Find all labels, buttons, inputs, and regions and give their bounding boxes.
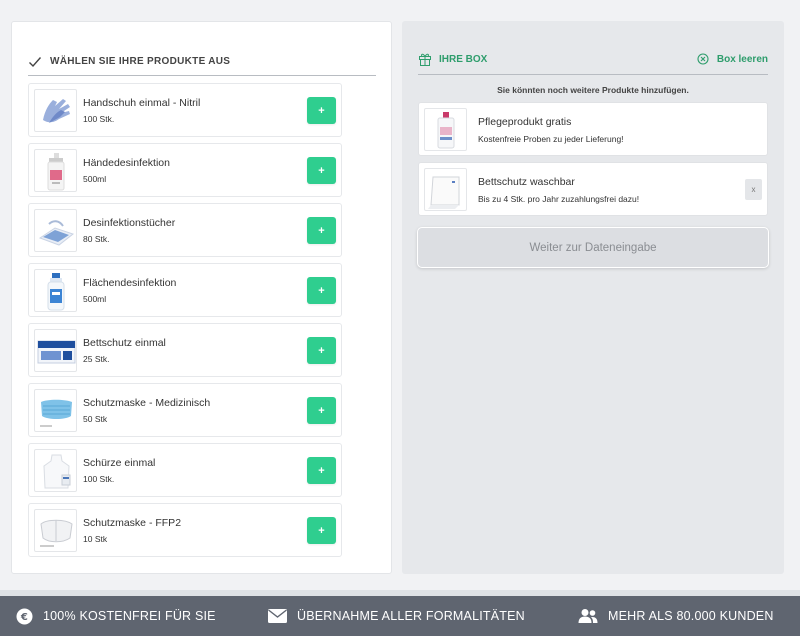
apron-icon (34, 449, 77, 492)
product-name: Schutzmaske - Medizinisch (83, 397, 211, 409)
washable-bed-pad-icon (424, 168, 467, 211)
gift-icon (419, 53, 431, 66)
add-product-button[interactable]: + (307, 397, 336, 424)
box-item: Bettschutz waschbar Bis zu 4 Stk. pro Ja… (418, 162, 768, 216)
product-name: Handschuh einmal - Nitril (83, 97, 201, 109)
add-product-button[interactable]: + (307, 157, 336, 184)
continue-to-data-entry-button[interactable]: Weiter zur Dateneingabe (417, 227, 769, 268)
product-item: Schürze einmal 100 Stk. + (28, 443, 342, 497)
product-name: Bettschutz einmal (83, 337, 166, 349)
add-product-button[interactable]: + (307, 337, 336, 364)
ffp2-mask-icon (34, 509, 77, 552)
product-name: Flächendesinfektion (83, 277, 177, 289)
product-name: Schutzmaske - FFP2 (83, 517, 182, 529)
bed-pad-box-icon (34, 329, 77, 372)
box-panel: IHRE BOX Box leeren Sie könnten noch wei… (402, 21, 784, 574)
envelope-icon (268, 609, 287, 623)
product-name: Desinfektionstücher (83, 217, 176, 229)
box-item-description: Bis zu 4 Stk. pro Jahr zuzahlungsfrei da… (478, 194, 640, 204)
product-name: Händedesinfektion (83, 157, 170, 169)
product-item: Schutzmaske - FFP2 10 Stk + (28, 503, 342, 557)
product-quantity: 50 Stk (83, 414, 108, 424)
checkmark-icon (29, 56, 42, 67)
product-item: Bettschutz einmal 25 Stk. + (28, 323, 342, 377)
add-product-button[interactable]: + (307, 217, 336, 244)
euro-icon: € (16, 608, 33, 624)
footer-benefit-formalities: ÜBERNAHME ALLER FORMALITÄTEN (268, 596, 525, 636)
product-quantity: 10 Stk (83, 534, 108, 544)
spray-bottle-icon (34, 269, 77, 312)
product-name: Schürze einmal (83, 457, 156, 469)
product-quantity: 100 Stk. (83, 114, 115, 124)
box-item-description: Kostenfreie Proben zu jeder Lieferung! (478, 134, 624, 144)
footer-benefit-customers: MEHR ALS 80.000 KUNDEN (578, 596, 774, 636)
product-item: Flächendesinfektion 500ml + (28, 263, 342, 317)
clear-circle-icon[interactable] (697, 53, 709, 65)
product-item: Schutzmaske - Medizinisch 50 Stk + (28, 383, 342, 437)
page: WÄHLEN SIE IHRE PRODUKTE AUS Handschuh e… (0, 0, 800, 590)
product-selection-panel: WÄHLEN SIE IHRE PRODUKTE AUS Handschuh e… (11, 21, 392, 574)
product-quantity: 100 Stk. (83, 474, 115, 484)
footer-benefit-label: 100% KOSTENFREI FÜR SIE (43, 609, 216, 623)
box-item-name: Pflegeprodukt gratis (478, 116, 572, 128)
product-quantity: 25 Stk. (83, 354, 110, 364)
add-product-button[interactable]: + (307, 277, 336, 304)
clear-box-link[interactable]: Box leeren (717, 54, 768, 65)
box-item-name: Bettschutz waschbar (478, 176, 575, 188)
add-product-button[interactable]: + (307, 97, 336, 124)
footer-benefit-free: € 100% KOSTENFREI FÜR SIE (16, 596, 216, 636)
box-header: IHRE BOX Box leeren (418, 51, 768, 75)
add-product-button[interactable]: + (307, 457, 336, 484)
footer-benefits-bar: € 100% KOSTENFREI FÜR SIE ÜBERNAHME ALLE… (0, 596, 800, 636)
product-quantity: 80 Stk. (83, 234, 110, 244)
box-item: Pflegeprodukt gratis Kostenfreie Proben … (418, 102, 768, 156)
product-item: Desinfektionstücher 80 Stk. + (28, 203, 342, 257)
medical-mask-icon (34, 389, 77, 432)
product-item: Händedesinfektion 500ml + (28, 143, 342, 197)
box-hint: Sie könnten noch weitere Produkte hinzuf… (497, 85, 689, 95)
users-icon (578, 609, 598, 623)
box-title: IHRE BOX (439, 54, 488, 65)
care-product-icon (424, 108, 467, 151)
product-quantity: 500ml (83, 174, 107, 184)
footer-benefit-label: MEHR ALS 80.000 KUNDEN (608, 609, 774, 623)
hand-sanitizer-icon (34, 149, 77, 192)
product-quantity: 500ml (83, 294, 107, 304)
add-product-button[interactable]: + (307, 517, 336, 544)
wipes-icon (34, 209, 77, 252)
product-item: Handschuh einmal - Nitril 100 Stk. + (28, 83, 342, 137)
svg-text:€: € (20, 612, 28, 623)
footer-benefit-label: ÜBERNAHME ALLER FORMALITÄTEN (297, 609, 525, 623)
glove-icon (34, 89, 77, 132)
product-selection-title: WÄHLEN SIE IHRE PRODUKTE AUS (50, 56, 231, 67)
remove-item-button[interactable]: x (745, 179, 762, 200)
product-selection-header: WÄHLEN SIE IHRE PRODUKTE AUS (28, 52, 376, 76)
